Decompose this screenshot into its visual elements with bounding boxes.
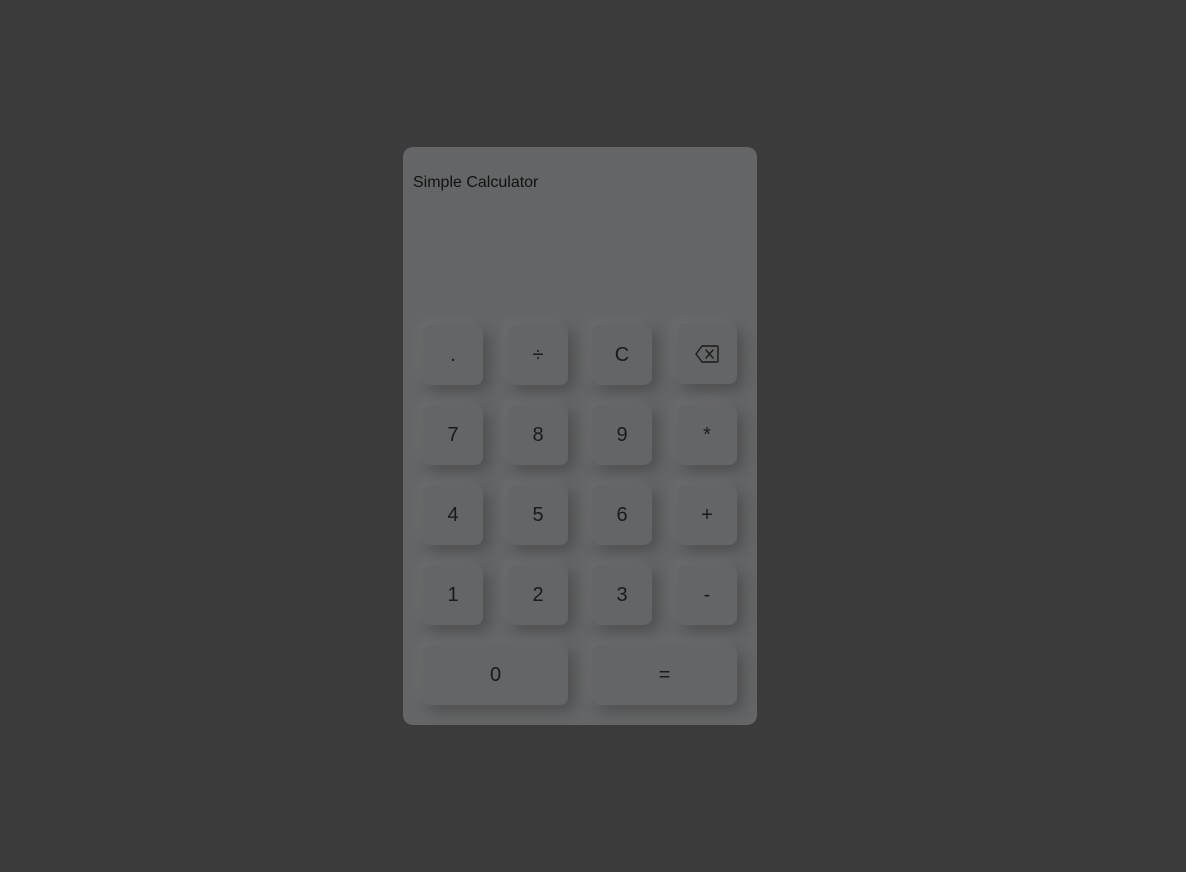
minus-button[interactable]: - xyxy=(677,565,737,625)
five-button[interactable]: 5 xyxy=(508,485,568,545)
backspace-button[interactable] xyxy=(677,324,737,384)
divide-button[interactable]: ÷ xyxy=(508,325,568,385)
four-button[interactable]: 4 xyxy=(423,485,483,545)
one-button[interactable]: 1 xyxy=(423,565,483,625)
calculator-title: Simple Calculator xyxy=(413,174,539,191)
decimal-button[interactable]: . xyxy=(423,325,483,385)
seven-button[interactable]: 7 xyxy=(423,405,483,465)
calculator: Simple Calculator . ÷ C 7 8 9 * 4 5 6 + … xyxy=(403,147,757,725)
backspace-icon xyxy=(695,345,719,363)
zero-button[interactable]: 0 xyxy=(423,645,568,705)
two-button[interactable]: 2 xyxy=(508,565,568,625)
plus-button[interactable]: + xyxy=(677,485,737,545)
equals-button[interactable]: = xyxy=(592,645,737,705)
three-button[interactable]: 3 xyxy=(592,565,652,625)
multiply-button[interactable]: * xyxy=(677,405,737,465)
eight-button[interactable]: 8 xyxy=(508,405,568,465)
clear-button[interactable]: C xyxy=(592,325,652,385)
keypad: . ÷ C 7 8 9 * 4 5 6 + 1 2 3 - 0 = xyxy=(423,324,737,705)
six-button[interactable]: 6 xyxy=(592,485,652,545)
calculator-display xyxy=(413,207,747,307)
nine-button[interactable]: 9 xyxy=(592,405,652,465)
